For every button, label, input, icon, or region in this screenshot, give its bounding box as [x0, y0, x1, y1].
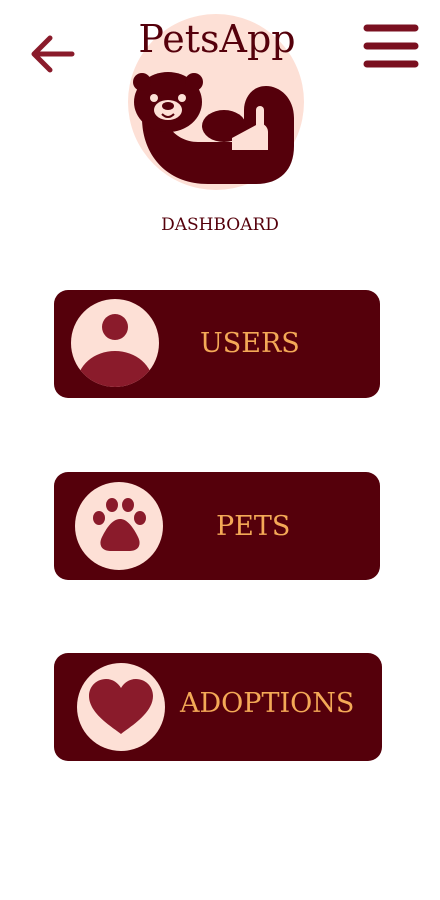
paw-icon — [75, 482, 163, 570]
adoptions-label: ADOPTIONS — [180, 688, 355, 719]
pets-button[interactable]: PETS — [54, 472, 380, 580]
user-avatar-icon — [71, 299, 159, 387]
users-button[interactable]: USERS — [54, 290, 380, 398]
adoptions-button[interactable]: ADOPTIONS — [54, 653, 382, 761]
page-subtitle: DASHBOARD — [161, 215, 279, 235]
pets-label: PETS — [216, 511, 291, 542]
users-label: USERS — [200, 328, 300, 359]
heart-icon — [77, 663, 165, 751]
app-title: PetsApp — [138, 17, 296, 61]
